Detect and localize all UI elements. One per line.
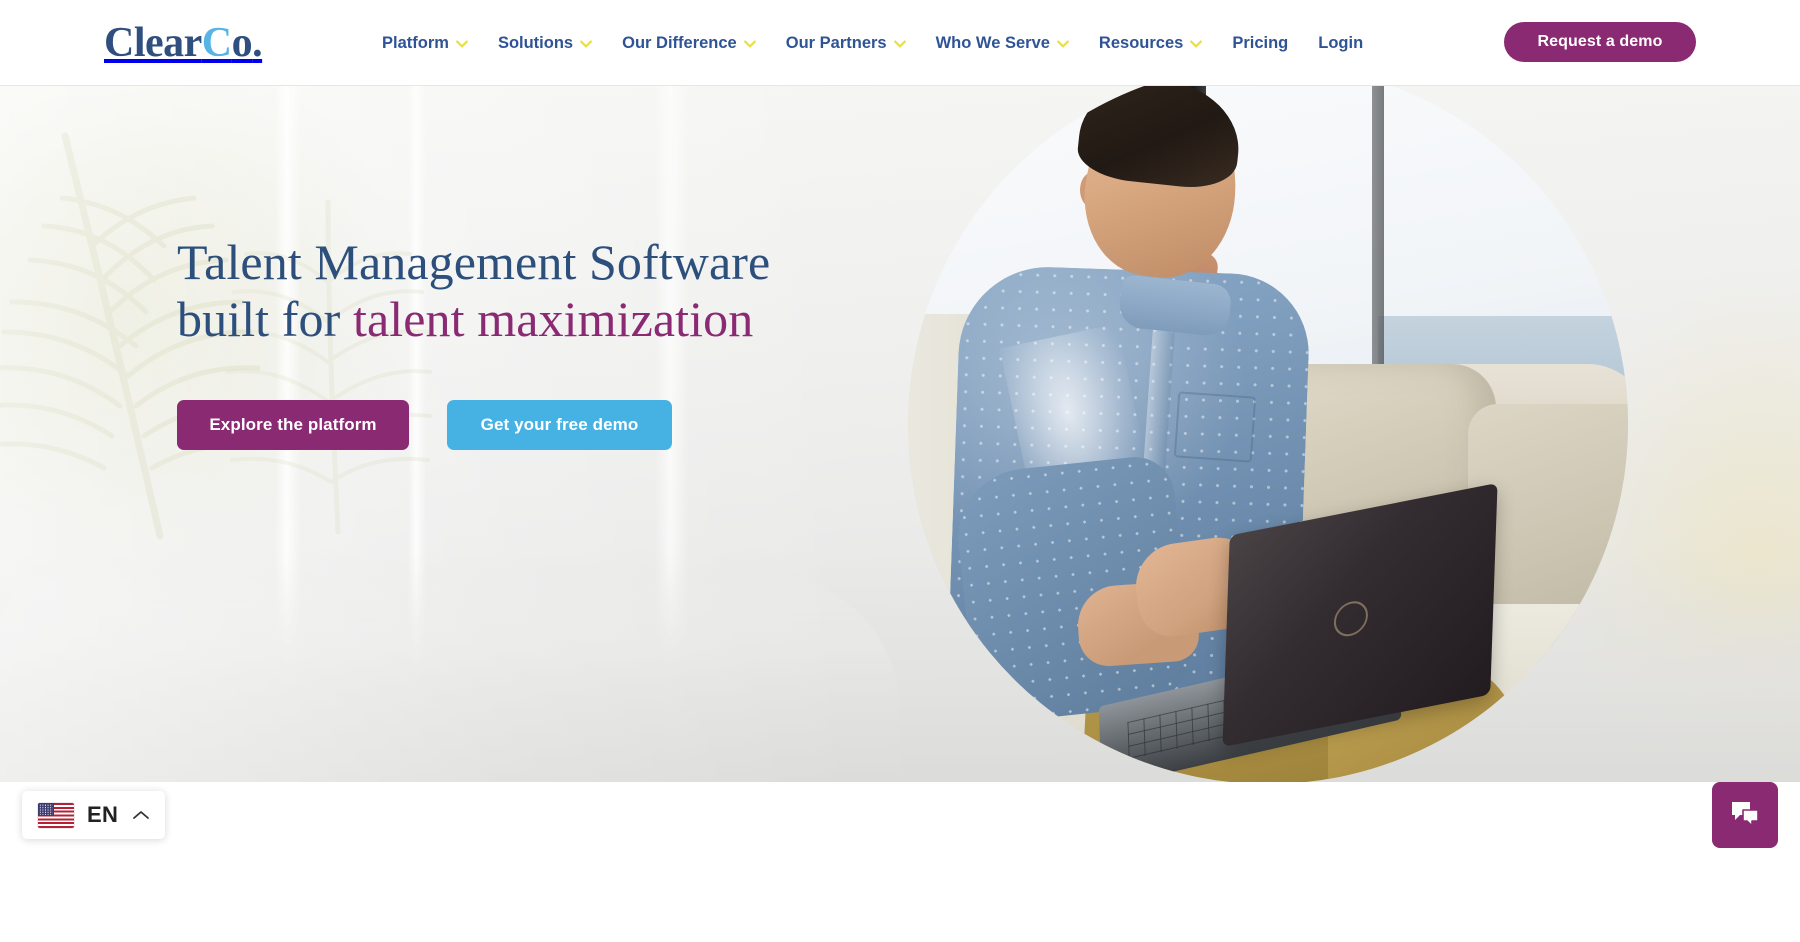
nav-label-pricing: Pricing [1232, 34, 1289, 52]
language-switcher[interactable]: EN [22, 791, 165, 839]
chevron-down-icon [1190, 38, 1203, 50]
get-free-demo-button[interactable]: Get your free demo [447, 400, 672, 450]
hero-content: Talent Management Software built for tal… [177, 234, 770, 450]
us-flag-icon [38, 802, 74, 828]
flag-canton [38, 802, 54, 816]
nav-label-our-difference: Our Difference [622, 34, 737, 52]
primary-navigation: Platform Solutions Our Difference Our Pa… [382, 26, 1363, 60]
nav-item-our-partners[interactable]: Our Partners [786, 29, 906, 57]
nav-label-resources: Resources [1098, 34, 1184, 52]
chevron-down-icon [1057, 38, 1069, 50]
logo-text-o: o [231, 20, 253, 66]
headline-line-1: Talent Management Software [177, 234, 771, 290]
hero-cta-row: Explore the platform Get your free demo [177, 400, 770, 450]
nav-label-our-partners: Our Partners [785, 34, 887, 52]
nav-item-resources[interactable]: Resources [1098, 29, 1203, 57]
explore-platform-button[interactable]: Explore the platform [177, 400, 409, 450]
photo-shirt-pocket [1173, 391, 1257, 463]
request-demo-button[interactable]: Request a demo [1504, 22, 1696, 62]
chat-bubbles-icon [1730, 800, 1760, 831]
page-root: ClearCo. Platform Solutions Our Differen… [0, 0, 1800, 942]
nav-item-solutions[interactable]: Solutions [497, 29, 593, 57]
nav-item-who-we-serve[interactable]: Who We Serve [936, 29, 1069, 57]
chat-widget-button[interactable] [1712, 782, 1778, 848]
logo-text-clear: Clear [104, 20, 202, 66]
hero-photo [908, 86, 1628, 782]
page-title: Talent Management Software built for tal… [177, 234, 770, 348]
nav-item-pricing[interactable]: Pricing [1232, 29, 1288, 57]
site-header: ClearCo. Platform Solutions Our Differen… [0, 0, 1800, 86]
nav-label-solutions: Solutions [497, 34, 574, 52]
nav-label-who-we-serve: Who We Serve [935, 34, 1050, 52]
logo-text-c: C [201, 20, 232, 66]
nav-item-our-difference[interactable]: Our Difference [622, 29, 756, 57]
headline-line-2-accent: talent maximization [352, 291, 754, 347]
nav-item-login[interactable]: Login [1318, 29, 1363, 57]
hero-image-circle [908, 86, 1628, 782]
logo-text-dot: . [252, 20, 263, 66]
nav-label-login: Login [1318, 34, 1364, 52]
logo-clearco[interactable]: ClearCo. [104, 20, 263, 66]
chevron-down-icon [456, 38, 468, 50]
headline-line-2-prefix: built for [177, 291, 353, 347]
language-code-label: EN [87, 802, 119, 827]
chevron-down-icon [743, 38, 756, 50]
chevron-up-icon [132, 809, 150, 821]
hero-section: Talent Management Software built for tal… [0, 86, 1800, 782]
laptop-logo-icon [1333, 598, 1369, 640]
nav-item-platform[interactable]: Platform [382, 29, 468, 57]
chevron-down-icon [893, 38, 906, 50]
nav-label-platform: Platform [382, 34, 449, 52]
chevron-down-icon [580, 38, 593, 50]
